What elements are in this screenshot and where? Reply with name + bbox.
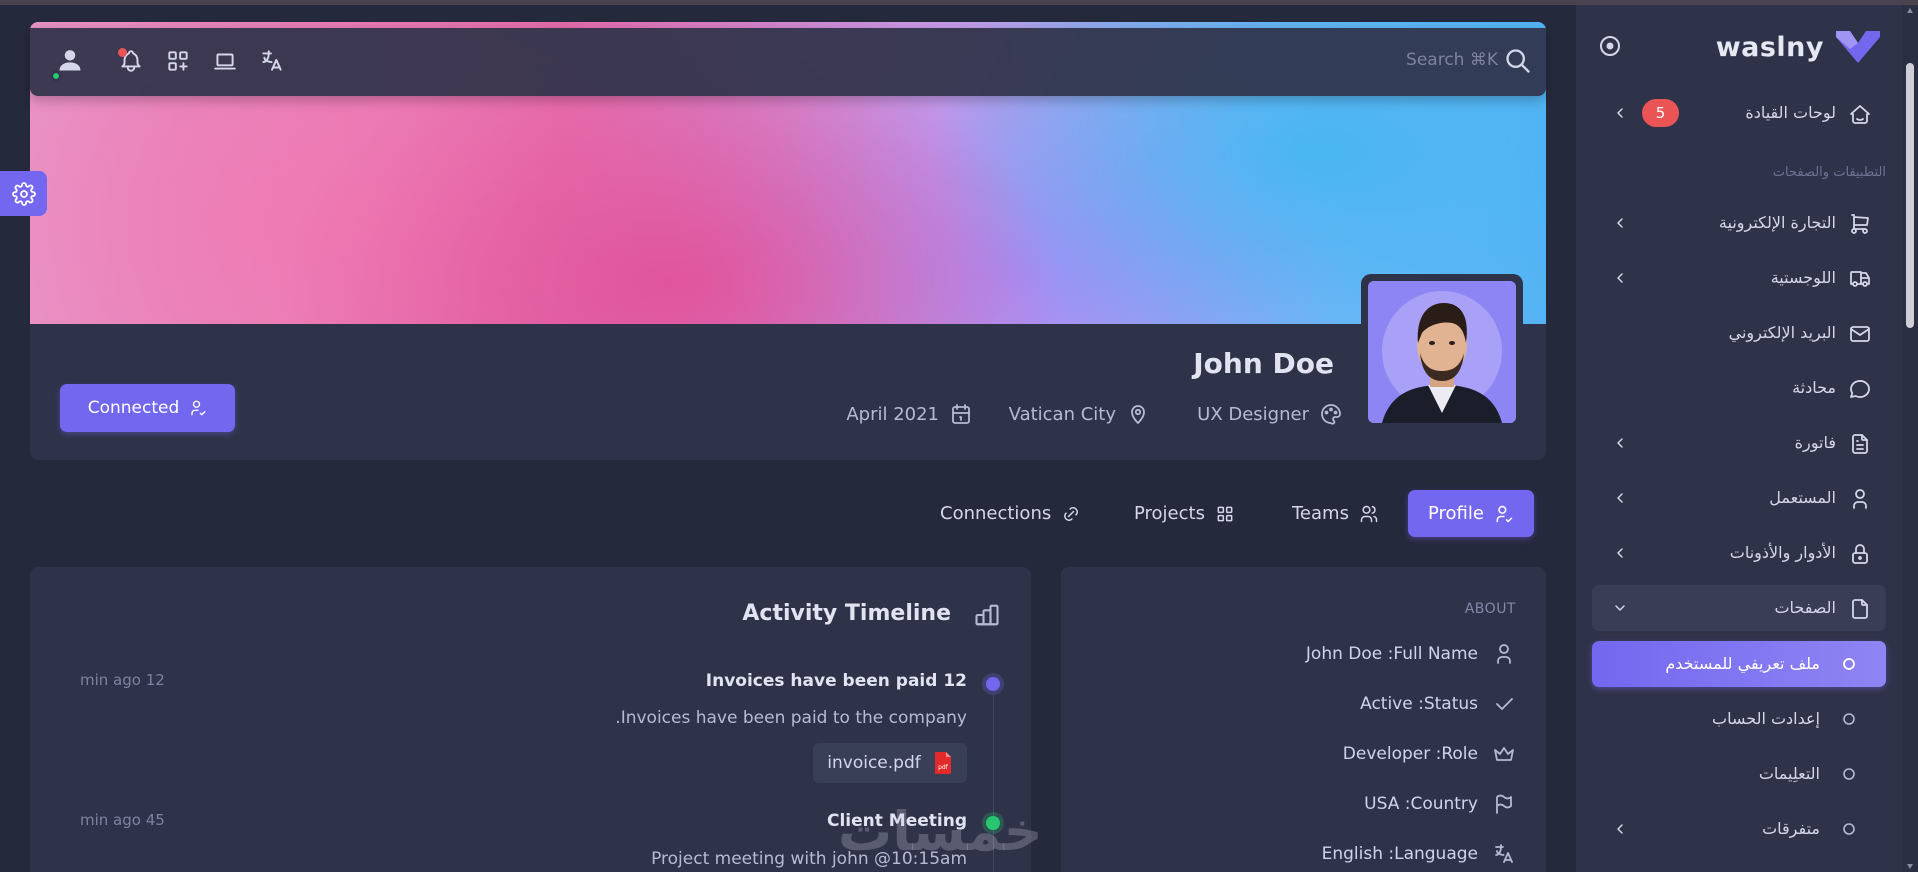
brand-name: waslny	[1715, 31, 1824, 63]
lock-icon	[1848, 542, 1872, 566]
chat-icon	[1848, 377, 1872, 401]
about-card: ABOUT John Doe :Full Name Active :Status…	[1061, 567, 1546, 872]
tab-profile[interactable]: Profile	[1408, 490, 1534, 537]
svg-text:pdf: pdf	[938, 764, 949, 771]
tab-projects[interactable]: Projects	[1114, 490, 1255, 537]
profile-name: John Doe	[1193, 347, 1334, 380]
notification-dot	[118, 48, 127, 57]
sidebar-subitem-user-profile[interactable]: ملف تعريفي للمستخدم	[1592, 641, 1886, 687]
circle-icon	[1842, 767, 1856, 781]
timeline-item-desc: .Invoices have been paid to the company	[615, 708, 967, 728]
scroll-down-arrow[interactable]	[1907, 864, 1913, 869]
top-navbar: Search ⌘K	[30, 28, 1546, 96]
chevron-left-icon	[1612, 435, 1628, 451]
tab-connections[interactable]: Connections	[920, 490, 1101, 537]
about-row-full-name: John Doe :Full Name	[1306, 642, 1516, 666]
timeline-time: min ago 12	[80, 671, 165, 689]
palette-icon	[1319, 402, 1343, 426]
user-icon	[1492, 642, 1516, 666]
chart-bar-icon	[973, 601, 1001, 629]
sidebar-scrollbar[interactable]	[1902, 5, 1918, 872]
laptop-icon[interactable]	[212, 48, 238, 74]
timeline-time: min ago 45	[80, 811, 165, 829]
profile-joined: April 2021	[846, 403, 939, 425]
sidebar-item-roles[interactable]: الأدوار والأذونات	[1592, 530, 1886, 576]
chevron-left-icon	[1612, 215, 1628, 231]
sidebar-subitem-misc[interactable]: متفرقات	[1592, 806, 1886, 852]
gear-icon	[11, 181, 36, 206]
file-icon	[1848, 597, 1872, 621]
sidebar-item-users[interactable]: المستعمل	[1592, 475, 1886, 521]
chevron-down-icon	[1612, 600, 1628, 616]
file-text-icon	[1848, 432, 1872, 456]
translate-icon	[1492, 842, 1516, 866]
sidebar-item-invoice[interactable]: فاتورة	[1592, 420, 1886, 466]
sidebar-item-logistics[interactable]: اللوجستية	[1592, 255, 1886, 301]
scrollbar-thumb[interactable]	[1906, 63, 1914, 328]
user-icon	[1848, 487, 1872, 511]
customizer-settings-button[interactable]	[0, 171, 47, 216]
profile-title-meta: UX Designer	[1197, 402, 1343, 426]
map-pin-icon	[1126, 402, 1150, 426]
link-icon	[1061, 504, 1081, 524]
user-avatar-icon[interactable]	[56, 46, 84, 74]
notification-badge: 5	[1642, 99, 1679, 127]
about-title: ABOUT	[1464, 601, 1516, 617]
translate-icon[interactable]	[259, 48, 285, 74]
profile-location-meta: Vatican City	[1009, 402, 1150, 426]
pdf-icon: pdf	[933, 751, 953, 775]
user-check-icon	[1494, 504, 1514, 524]
sidebar-item-ecommerce[interactable]: التجارة الإلكترونية	[1592, 200, 1886, 246]
about-row-role: Developer :Role	[1343, 742, 1516, 766]
home-icon	[1848, 102, 1872, 126]
scroll-up-arrow[interactable]	[1907, 8, 1913, 13]
online-status-dot	[51, 71, 61, 81]
search-icon[interactable]	[1504, 47, 1532, 75]
about-row-language: English :Language	[1322, 842, 1516, 866]
sidebar-item-chat[interactable]: محادثة	[1592, 365, 1886, 411]
chevron-left-icon	[1612, 270, 1628, 286]
sidebar-subitem-account-settings[interactable]: إعدادت الحساب	[1592, 696, 1886, 742]
timeline-item-title: Invoices have been paid 12	[705, 671, 967, 691]
about-row-country: USA :Country	[1364, 792, 1516, 816]
tab-teams[interactable]: Teams	[1272, 490, 1399, 537]
profile-title: UX Designer	[1197, 403, 1309, 425]
sidebar-toggle-icon[interactable]	[1598, 34, 1622, 58]
chevron-left-icon	[1612, 490, 1628, 506]
check-icon	[1492, 692, 1516, 716]
sidebar-subitem-faq[interactable]: التعلِيمات	[1592, 751, 1886, 797]
invoice-attachment[interactable]: invoice.pdf pdf	[813, 743, 967, 783]
grid-icon	[1215, 504, 1235, 524]
brand[interactable]: waslny	[1716, 28, 1880, 66]
chevron-left-icon	[1612, 821, 1628, 837]
mail-icon	[1848, 322, 1872, 346]
activity-title: Activity Timeline	[742, 601, 951, 626]
truck-icon	[1848, 267, 1872, 291]
circle-icon	[1842, 657, 1856, 671]
sidebar-section-label: التطبيقات والصفحات	[1772, 165, 1886, 180]
calendar-icon	[949, 402, 973, 426]
profile-avatar	[1361, 274, 1523, 430]
flag-icon	[1492, 792, 1516, 816]
brand-logo-icon	[1836, 31, 1880, 63]
user-check-icon	[189, 399, 207, 417]
sidebar-item-pages[interactable]: الصفحات	[1592, 585, 1886, 631]
connected-button[interactable]: Connected	[60, 384, 235, 432]
circle-icon	[1842, 712, 1856, 726]
crown-icon	[1492, 742, 1516, 766]
search-input[interactable]: Search ⌘K	[1406, 50, 1498, 70]
sidebar-item-email[interactable]: البريد الإلكتروني	[1592, 310, 1886, 356]
about-row-status: Active :Status	[1360, 692, 1516, 716]
circle-icon	[1842, 822, 1856, 836]
apps-grid-icon[interactable]	[165, 48, 191, 74]
profile-location: Vatican City	[1008, 403, 1116, 425]
cart-icon	[1848, 212, 1872, 236]
timeline-dot	[986, 677, 1000, 691]
chevron-left-icon	[1612, 545, 1628, 561]
profile-joined-meta: April 2021	[846, 402, 973, 426]
sidebar-item-dashboards[interactable]: 5 لوحات القيادة	[1592, 90, 1886, 136]
watermark-logo: خمسات	[838, 800, 1043, 863]
users-icon	[1359, 504, 1379, 524]
chevron-left-icon	[1612, 105, 1628, 121]
